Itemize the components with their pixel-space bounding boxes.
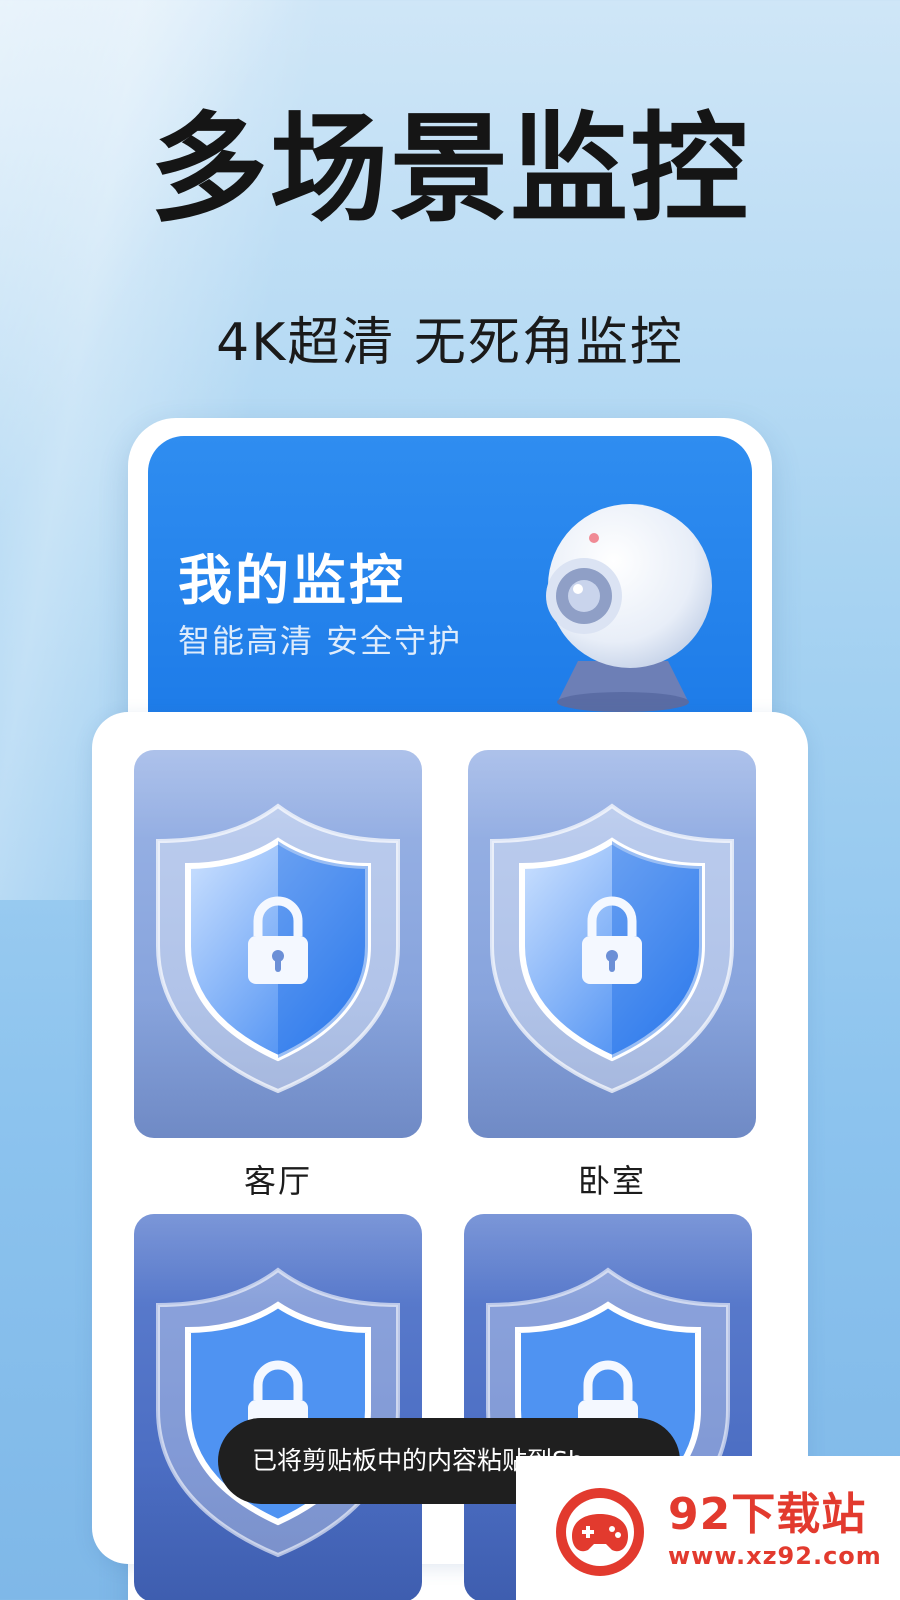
site-watermark: 92下载站 www.xz92.com bbox=[516, 1456, 900, 1600]
shield-lock-icon bbox=[156, 1267, 400, 1558]
watermark-url: www.xz92.com bbox=[668, 1542, 882, 1570]
watermark-name: 92下载站 bbox=[668, 1489, 867, 1540]
room-label-bedroom: 卧室 bbox=[577, 1162, 646, 1200]
room-card-3[interactable] bbox=[134, 1214, 422, 1600]
room-card-living[interactable] bbox=[134, 750, 422, 1138]
hero-title: 多场景监控 bbox=[149, 100, 750, 238]
room-card-bedroom[interactable] bbox=[468, 750, 756, 1138]
monitor-banner[interactable]: 我的监控 智能高清 安全守护 bbox=[148, 436, 752, 726]
hero-subtitle: 4K超清 无死角监控 bbox=[216, 313, 684, 373]
banner-title: 我的监控 bbox=[178, 549, 406, 612]
camera-icon bbox=[546, 504, 712, 712]
gamepad-logo-icon bbox=[556, 1488, 644, 1576]
banner-subtitle: 智能高清 安全守护 bbox=[178, 622, 463, 660]
shield-lock-icon bbox=[156, 803, 400, 1094]
room-label-living: 客厅 bbox=[243, 1162, 312, 1200]
shield-lock-icon bbox=[490, 803, 734, 1094]
